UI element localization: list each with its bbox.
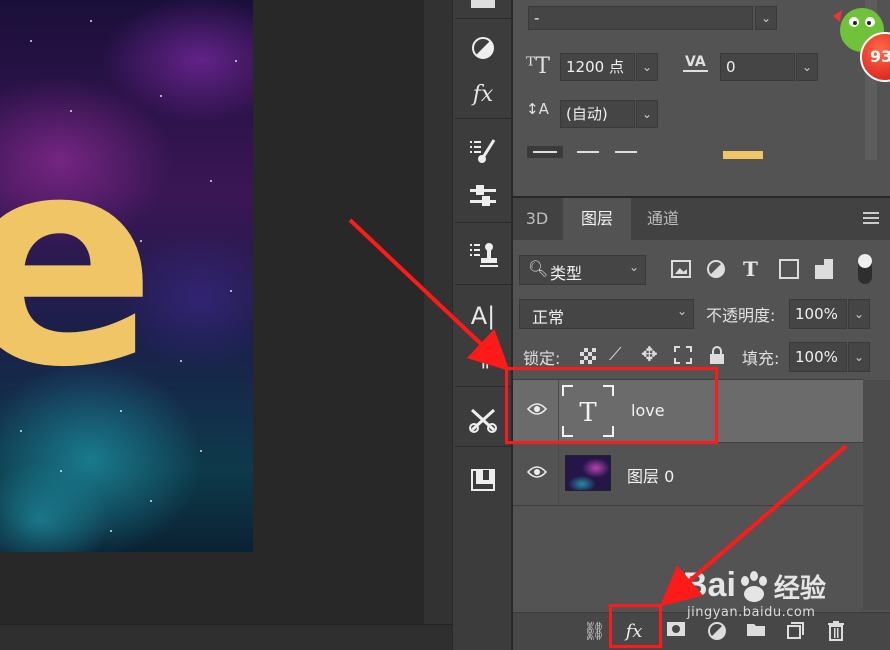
opacity-dropdown-arrow[interactable]: ⌄ xyxy=(848,299,870,329)
fx-icon[interactable]: fx xyxy=(463,76,503,112)
canvas-vertical-scrollbar[interactable] xyxy=(424,0,452,624)
new-group-folder-icon[interactable] xyxy=(745,621,767,643)
filter-smart-object-icon[interactable] xyxy=(815,259,833,279)
lock-position-icon[interactable]: ✥ xyxy=(641,342,658,366)
character-icon[interactable]: A| xyxy=(463,298,503,334)
tool-presets-icon[interactable] xyxy=(463,402,503,438)
font-size-dropdown-arrow[interactable]: ⌄ xyxy=(636,53,658,81)
canvas-area[interactable]: e xyxy=(0,0,452,650)
filter-kind-select[interactable]: 🔍︎ 类型 ⌄ xyxy=(519,255,646,285)
fill-field[interactable]: 100% xyxy=(789,342,847,372)
font-size-icon: ᵀT xyxy=(526,54,550,79)
new-adjustment-layer-icon[interactable] xyxy=(706,621,728,643)
lock-all-icon[interactable] xyxy=(710,346,724,364)
add-mask-icon[interactable] xyxy=(665,621,687,643)
baidu-jingyan-watermark: Bai 经验 jingyan.baidu.com xyxy=(683,566,826,620)
opacity-field[interactable]: 100% xyxy=(789,299,847,329)
layers-scrollbar[interactable] xyxy=(863,380,890,610)
layer-row-layer0[interactable]: 图层 0 xyxy=(513,443,863,505)
layer-name[interactable]: 图层 0 xyxy=(627,463,674,487)
tab-3d[interactable]: 3D xyxy=(517,198,557,240)
leading-dropdown-arrow[interactable]: ⌄ xyxy=(636,100,658,128)
align-left-button[interactable] xyxy=(527,146,563,158)
highlight-box-love-layer xyxy=(505,367,718,444)
delete-layer-trash-icon[interactable] xyxy=(825,621,847,643)
watermark-url: jingyan.baidu.com xyxy=(687,605,816,620)
filter-shape-icon[interactable] xyxy=(779,259,799,279)
font-style-dropdown-arrow[interactable]: ⌄ xyxy=(755,6,777,30)
lock-label: 锁定: xyxy=(523,349,561,368)
sliders-icon[interactable] xyxy=(463,178,503,214)
filter-pixel-icon[interactable] xyxy=(671,260,691,278)
filter-adjustment-icon[interactable] xyxy=(706,259,726,279)
opacity-label: 不透明度: xyxy=(706,306,776,325)
document-image[interactable]: e xyxy=(0,0,253,552)
tracking-icon: VA xyxy=(683,54,708,72)
assistant-badge[interactable]: 93 xyxy=(828,2,890,100)
filter-kind-label: 类型 xyxy=(550,264,583,283)
link-layers-icon[interactable]: ⛓ xyxy=(583,621,606,643)
chevron-down-icon: ⌄ xyxy=(676,304,687,318)
leading-icon: ↕A xyxy=(526,100,549,118)
filter-toggle[interactable] xyxy=(858,254,872,284)
fill-label: 填充: xyxy=(742,349,780,368)
brush-settings-icon[interactable] xyxy=(463,133,503,169)
lock-image-pixels-icon[interactable]: ⟋ xyxy=(609,344,622,365)
panel-menu-icon[interactable] xyxy=(863,212,879,226)
watermark-brand: Bai xyxy=(683,566,736,604)
chevron-down-icon: ⌄ xyxy=(628,260,639,274)
tab-layers[interactable]: 图层 xyxy=(563,198,631,240)
highlight-box-fx-button xyxy=(609,604,662,648)
font-style-select[interactable]: - xyxy=(528,6,753,30)
baidu-paw-icon xyxy=(740,571,767,602)
canvas-text-letter: e xyxy=(0,94,157,431)
tracking-field[interactable]: 0 xyxy=(720,53,795,81)
tracking-dropdown-arrow[interactable]: ⌄ xyxy=(796,53,818,81)
canvas-horizontal-scrollbar[interactable] xyxy=(0,624,452,650)
leading-field[interactable]: (自动) xyxy=(560,100,635,128)
fill-dropdown-arrow[interactable]: ⌄ xyxy=(848,342,870,372)
text-color-swatch[interactable] xyxy=(723,151,763,159)
blend-mode-label: 正常 xyxy=(532,308,565,327)
align-right-button[interactable] xyxy=(611,146,641,158)
font-size-field[interactable]: 1200 点 xyxy=(560,53,635,81)
watermark-brand-cn: 经验 xyxy=(773,574,826,604)
lock-artboard-icon[interactable] xyxy=(674,346,692,364)
search-icon: 🔍︎ xyxy=(528,259,549,278)
visibility-eye-icon[interactable] xyxy=(527,465,547,479)
paragraph-icon[interactable]: ¶ xyxy=(463,340,503,376)
history-icon[interactable] xyxy=(463,462,503,498)
adjustments-icon[interactable] xyxy=(463,30,503,66)
blend-mode-select[interactable]: 正常 ⌄ xyxy=(519,299,694,329)
align-center-button[interactable] xyxy=(573,146,603,158)
image-layer-thumbnail[interactable] xyxy=(565,455,611,491)
clone-stamp-icon[interactable] xyxy=(463,237,503,273)
tab-channels[interactable]: 通道 xyxy=(633,198,693,240)
lock-transparent-pixels-icon[interactable] xyxy=(580,348,596,364)
panel-dock-strip: fx A| ¶ xyxy=(452,0,512,650)
new-layer-icon[interactable] xyxy=(785,621,807,643)
filter-type-icon[interactable]: T xyxy=(743,257,758,281)
